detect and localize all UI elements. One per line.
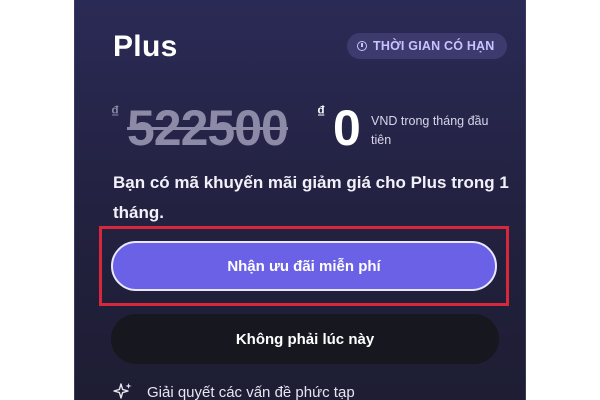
promo-currency-symbol: ₫ xyxy=(317,104,326,121)
promo-price: 0 xyxy=(333,100,361,156)
plan-card: Plus THỜI GIAN CÓ HẠN ₫ 522500 ₫ 0 VND t… xyxy=(74,0,526,400)
promo-message: Bạn có mã khuyến mãi giảm giá cho Plus t… xyxy=(113,173,509,222)
price-note: VND trong tháng đầu tiên xyxy=(371,114,489,147)
claim-offer-button[interactable]: Nhận ưu đãi miễn phí xyxy=(111,241,497,291)
feature-item: Giải quyết các vấn đề phức tạp xyxy=(113,382,355,400)
badge-label: THỜI GIAN CÓ HẠN xyxy=(373,39,495,53)
limited-time-badge: THỜI GIAN CÓ HẠN xyxy=(347,33,507,59)
feature-label: Giải quyết các vấn đề phức tạp xyxy=(147,383,355,400)
original-price: 522500 xyxy=(127,100,289,156)
plan-title: Plus xyxy=(113,30,178,63)
original-currency-symbol: ₫ xyxy=(111,104,120,121)
clock-icon xyxy=(357,41,367,51)
not-now-button[interactable]: Không phải lúc này xyxy=(111,314,499,364)
sparkle-icon xyxy=(113,382,133,400)
